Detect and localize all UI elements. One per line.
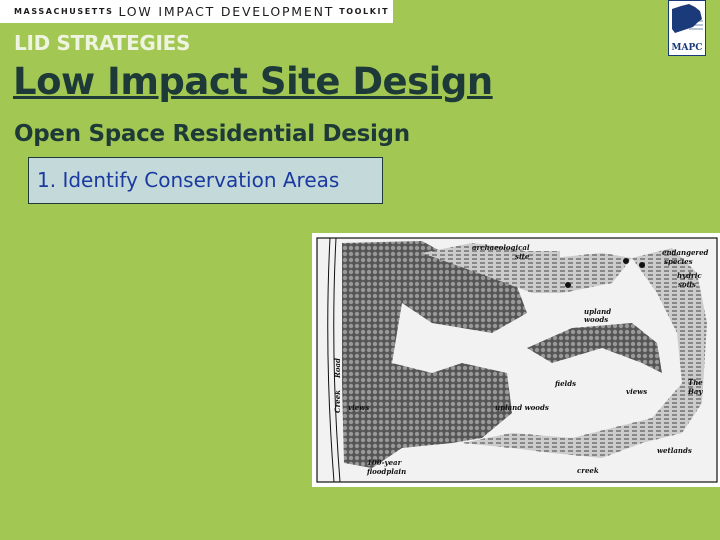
step-box: 1. Identify Conservation Areas xyxy=(28,157,383,204)
label-views-west: views xyxy=(348,403,369,412)
label-wetlands: wetlands xyxy=(657,446,692,455)
label-upland-woods: upland woods xyxy=(495,403,549,412)
label-the: The xyxy=(688,378,703,387)
page-subtitle: Open Space Residential Design xyxy=(14,121,410,147)
label-fields: fields xyxy=(554,379,576,388)
massachusetts-map-icon xyxy=(672,4,703,33)
label-bay: Bay xyxy=(687,387,703,396)
label-woods: woods xyxy=(584,315,608,324)
site-conservation-map: archaeological site endangered species h… xyxy=(312,233,720,487)
label-road: Road xyxy=(333,358,342,379)
logo-text: MAPC xyxy=(671,43,703,53)
mapc-logo: MAPC xyxy=(668,0,706,56)
banner-suffix: TOOLKIT xyxy=(339,7,390,16)
label-creek-road: Creek xyxy=(333,390,342,413)
label-views-east: views xyxy=(626,387,647,396)
section-label: LID STRATEGIES xyxy=(14,31,191,55)
label-endangered: endangered xyxy=(662,248,709,257)
label-hydric: hydric xyxy=(677,271,702,280)
banner-prefix: MASSACHUSETTS xyxy=(14,7,114,16)
label-soils: soils xyxy=(678,280,696,289)
label-floodplain-1: 100-year xyxy=(367,458,403,467)
banner-main: LOW IMPACT DEVELOPMENT xyxy=(118,4,335,19)
page-title: Low Impact Site Design xyxy=(13,60,493,103)
label-site: site xyxy=(515,252,530,261)
label-floodplain-2: floodplain xyxy=(366,467,406,476)
step-text: 1. Identify Conservation Areas xyxy=(37,168,340,192)
label-archaeological: archaeological xyxy=(472,243,530,252)
label-creek: creek xyxy=(577,466,599,475)
label-species: species xyxy=(664,257,693,266)
toolkit-banner: MASSACHUSETTS LOW IMPACT DEVELOPMENT TOO… xyxy=(0,0,393,23)
